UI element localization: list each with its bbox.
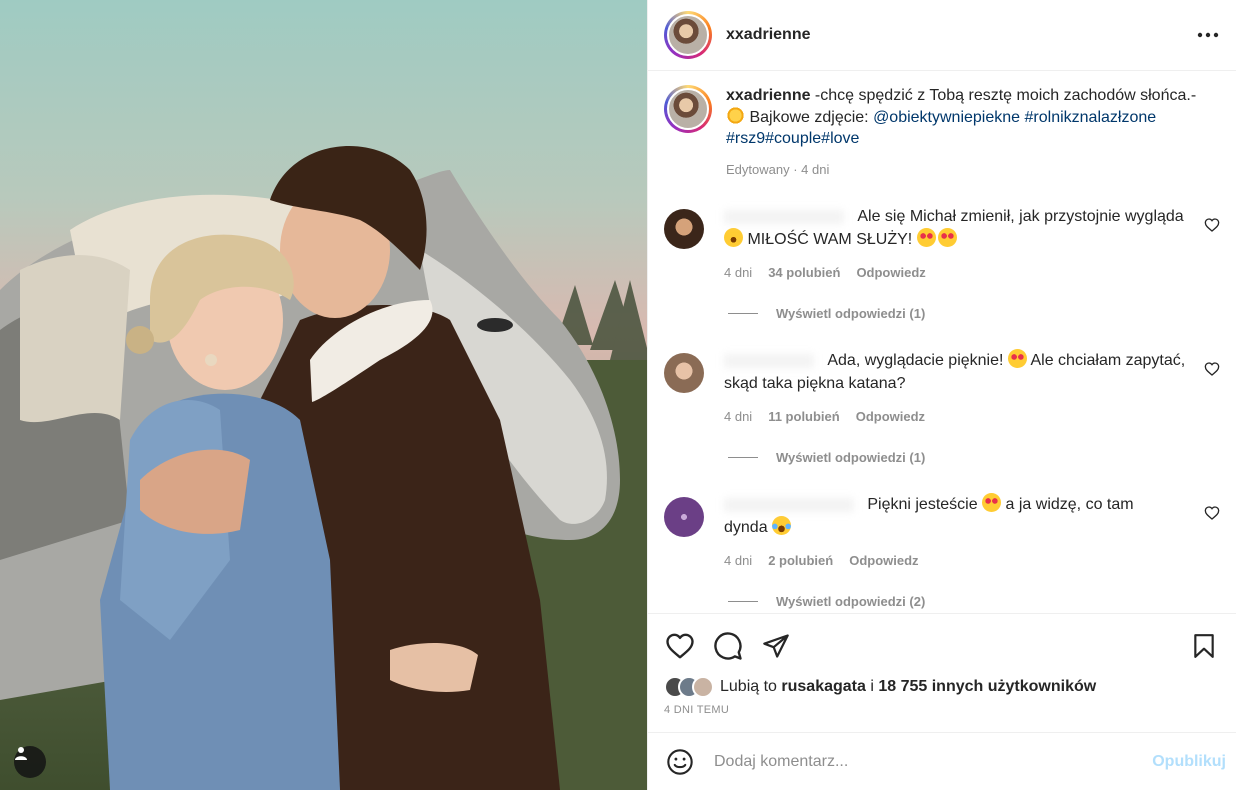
bookmark-icon [1194, 634, 1214, 658]
post-caption: xxadrienne -chcę spędzić z Tobą resztę m… [664, 85, 1220, 180]
heart-eyes-emoji-icon [916, 228, 936, 247]
author-username[interactable]: xxadrienne [726, 26, 810, 44]
comments-list[interactable]: xxadrienne -chcę spędzić z Tobą resztę m… [648, 71, 1236, 613]
likes-summary: Lubią to rusakagata i 18 755 innych użyt… [664, 676, 1220, 698]
comment-time[interactable]: 4 dni [724, 409, 752, 424]
view-replies-button[interactable]: Wyświetl odpowiedzi (1) [728, 450, 1220, 465]
heart-eyes-emoji-icon [937, 228, 957, 247]
astonished-emoji-icon [724, 228, 743, 247]
comment-text-line-3: skąd taka piękna katana? [724, 375, 906, 392]
comment-text: Piękni jesteście a ja widzę, co tam dynd… [724, 493, 1200, 539]
reply-button[interactable]: Odpowiedz [856, 265, 925, 280]
commenter-username-blurred[interactable] [724, 353, 814, 368]
commenter-username-blurred[interactable] [724, 497, 854, 512]
hashtag-link[interactable]: #rolnikznalazłzone [1025, 109, 1157, 126]
post-photo[interactable] [0, 0, 647, 790]
photo-illustration [0, 146, 647, 790]
caption-username[interactable]: xxadrienne [726, 87, 810, 104]
liker-username[interactable]: rusakagata [781, 678, 866, 695]
mention-link[interactable]: @obiektywniepiekne [873, 109, 1020, 126]
view-replies-label: Wyświetl odpowiedzi (1) [776, 450, 926, 465]
comment-input[interactable] [714, 752, 1153, 771]
tagged-users-button[interactable] [14, 746, 46, 778]
likes-count[interactable]: 18 755 innych użytkowników [878, 678, 1096, 695]
heart-eyes-emoji-icon [1007, 349, 1027, 368]
view-replies-label: Wyświetl odpowiedzi (2) [776, 594, 926, 609]
post-modal: xxadrienne xxadrienne -chcę spędzić z To… [0, 0, 1236, 790]
view-replies-button[interactable]: Wyświetl odpowiedzi (2) [728, 594, 1220, 609]
post-time[interactable]: 4 DNI TEMU [664, 704, 1220, 732]
like-button[interactable] [664, 630, 696, 662]
comment-text-line-2: MIŁOŚĆ WAM SŁUŻY! [747, 231, 913, 248]
post-side-panel: xxadrienne xxadrienne -chcę spędzić z To… [647, 0, 1236, 790]
comment-like-heart-icon[interactable] [1204, 361, 1220, 377]
comment-item: Ada, wyglądacie pięknie! Ale chciałam za… [664, 349, 1220, 424]
user-icon [15, 747, 27, 760]
share-button[interactable] [760, 630, 792, 662]
save-button[interactable] [1188, 630, 1220, 662]
comment-text-line-2: Ale chciałam zapytać, [1026, 352, 1186, 369]
comment-button[interactable] [712, 630, 744, 662]
heart-icon [666, 633, 694, 659]
post-header: xxadrienne [648, 0, 1236, 71]
caption-avatar[interactable] [664, 85, 712, 133]
sun-emoji-icon [726, 106, 745, 125]
hashtags-link[interactable]: #rsz9#couple#love [726, 130, 859, 147]
emoji-icon[interactable] [666, 748, 694, 776]
likes-conjunction: i [865, 678, 879, 695]
comment-item: Piękni jesteście a ja widzę, co tam dynd… [664, 493, 1220, 568]
comment-text: Ada, wyglądacie pięknie! Ale chciałam za… [724, 349, 1200, 395]
author-avatar[interactable] [664, 11, 712, 59]
likes-text: Lubią to rusakagata i 18 755 innych użyt… [720, 678, 1096, 696]
caption-text: -chcę spędzić z Tobą resztę moich zachod… [810, 87, 1197, 104]
comment-item: Ale się Michał zmienił, jak przystojnie … [664, 205, 1220, 280]
comment-text-line-1: Ada, wyglądacie pięknie! [827, 352, 1004, 369]
comment-like-heart-icon[interactable] [1204, 505, 1220, 521]
send-icon [763, 634, 789, 658]
more-options-button[interactable] [1196, 23, 1220, 47]
comment-time[interactable]: 4 dni [724, 553, 752, 568]
caption-text-2: Bajkowe zdjęcie: [745, 109, 874, 126]
reply-button[interactable]: Odpowiedz [849, 553, 918, 568]
comment-meta: 4 dni 11 polubień Odpowiedz [724, 409, 1200, 424]
tears-of-joy-emoji-icon [772, 516, 792, 535]
comment-meta: 4 dni 2 polubień Odpowiedz [724, 553, 1200, 568]
reply-button[interactable]: Odpowiedz [856, 409, 925, 424]
comment-meta: 4 dni 34 polubień Odpowiedz [724, 265, 1200, 280]
comment-text-line-1: Piękni jesteście [867, 496, 978, 513]
comment-icon [714, 632, 742, 660]
liker-avatar[interactable] [692, 676, 714, 698]
publish-button[interactable]: Opublikuj [1152, 753, 1226, 771]
likes-prefix: Lubią to [720, 678, 782, 695]
caption-meta: Edytowany · 4 dni [726, 159, 1212, 180]
post-actions-section: Lubią to rusakagata i 18 755 innych użyt… [648, 613, 1236, 732]
comment-likes[interactable]: 34 polubień [768, 265, 840, 280]
commenter-username-blurred[interactable] [724, 209, 844, 224]
comment-text-line-1: Ale się Michał zmienił, jak przystojnie … [857, 208, 1184, 225]
comment-text: Ale się Michał zmienił, jak przystojnie … [724, 205, 1200, 251]
commenter-avatar[interactable] [664, 497, 704, 537]
comment-time[interactable]: 4 dni [724, 265, 752, 280]
comment-likes[interactable]: 11 polubień [768, 409, 840, 424]
meta-separator: · [789, 162, 802, 177]
comment-text-line-2: a ja widzę, co tam [1001, 496, 1134, 513]
commenter-avatar[interactable] [664, 209, 704, 249]
more-horizontal-icon [1197, 32, 1219, 38]
comment-like-heart-icon[interactable] [1204, 217, 1220, 233]
comment-likes[interactable]: 2 polubień [768, 553, 833, 568]
add-comment-bar: Opublikuj [648, 732, 1236, 790]
commenter-avatar[interactable] [664, 353, 704, 393]
caption-time[interactable]: 4 dni [801, 162, 829, 177]
view-replies-label: Wyświetl odpowiedzi (1) [776, 306, 926, 321]
edited-label: Edytowany [726, 162, 790, 177]
action-bar [664, 614, 1220, 678]
heart-eyes-emoji-icon [982, 493, 1002, 512]
view-replies-button[interactable]: Wyświetl odpowiedzi (1) [728, 306, 1220, 321]
comment-text-line-3: dynda [724, 519, 768, 536]
